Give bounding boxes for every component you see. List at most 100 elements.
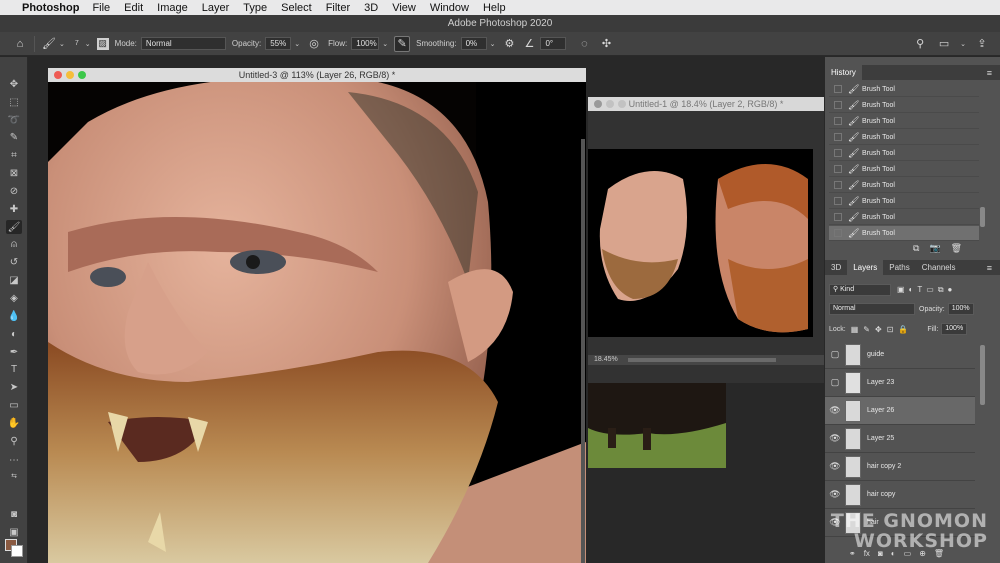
close-icon[interactable]	[594, 100, 602, 108]
blend-mode-select[interactable]: Normal	[829, 303, 915, 315]
layer-filter-select[interactable]: ⚲ Kind	[829, 284, 891, 296]
menu-view[interactable]: View	[392, 2, 416, 14]
history-item[interactable]: 🖌 Brush Tool	[829, 82, 979, 97]
camera-icon[interactable]: 📷	[929, 243, 940, 254]
chevron-down-icon[interactable]: ⌄	[59, 40, 65, 48]
hand-tool-icon[interactable]: ✋	[6, 416, 22, 430]
screen-mode-icon[interactable]: ▣	[6, 525, 22, 539]
menu-filter[interactable]: Filter	[326, 2, 350, 14]
pressure-size-icon[interactable]: ◌	[576, 36, 592, 52]
chevron-down-icon[interactable]: ⌄	[294, 40, 300, 48]
menu-edit[interactable]: Edit	[124, 2, 143, 14]
close-icon[interactable]	[54, 71, 62, 79]
layer-filter-icons[interactable]: ▣◐T▭⧉●	[897, 285, 956, 295]
history-item[interactable]: 🖌 Brush Tool	[829, 194, 979, 209]
tab-3d[interactable]: 3D	[825, 260, 847, 275]
workspace-icon[interactable]: ▭	[936, 36, 952, 52]
lasso-tool-icon[interactable]: ➰	[6, 113, 22, 127]
rectangle-tool-icon[interactable]: ▭	[6, 398, 22, 412]
snapshot-checkbox[interactable]	[834, 197, 842, 205]
brush-size[interactable]: 7	[75, 40, 79, 47]
lock-icons[interactable]: ▦✎✥⊡🔒	[851, 325, 914, 334]
history-item[interactable]: 🖌 Brush Tool	[829, 178, 979, 193]
menu-file[interactable]: File	[92, 2, 110, 14]
background-color-swatch[interactable]	[11, 545, 23, 557]
opacity-field[interactable]: 55%	[265, 37, 292, 50]
dodge-tool-icon[interactable]: ◐	[6, 327, 22, 341]
type-tool-icon[interactable]: T	[6, 362, 22, 376]
fill-field[interactable]: 100%	[941, 323, 968, 335]
home-icon[interactable]: ⌂	[12, 36, 28, 52]
layer-row[interactable]: 👁 hair copy	[825, 481, 975, 509]
snapshot-checkbox[interactable]	[834, 133, 842, 141]
snapshot-checkbox[interactable]	[834, 101, 842, 109]
horizontal-scrollbar[interactable]	[628, 358, 776, 362]
maximize-icon[interactable]	[78, 71, 86, 79]
layer-opacity-field[interactable]: 100%	[947, 303, 974, 315]
eye-icon[interactable]: 👁	[825, 461, 845, 472]
clone-stamp-tool-icon[interactable]: ⍝	[6, 237, 22, 251]
search-icon[interactable]: ⚲	[912, 36, 928, 52]
eyedropper-tool-icon[interactable]: ⊘	[6, 184, 22, 198]
layer-row[interactable]: 👁 Layer 25	[825, 425, 975, 453]
history-item[interactable]: 🖌 Brush Tool	[829, 162, 979, 177]
history-item[interactable]: 🖌 Brush Tool	[829, 98, 979, 113]
menu-window[interactable]: Window	[430, 2, 469, 14]
snapshot-checkbox[interactable]	[834, 213, 842, 221]
symmetry-icon[interactable]: ✣	[598, 36, 614, 52]
move-tool-icon[interactable]: ✥	[6, 77, 22, 91]
angle-field[interactable]: 0°	[540, 37, 567, 50]
history-item[interactable]: 🖌 Brush Tool	[829, 114, 979, 129]
visibility-toggle[interactable]: ▢	[825, 349, 845, 360]
path-selection-tool-icon[interactable]: ➤	[6, 380, 22, 394]
history-item[interactable]: 🖌 Brush Tool	[829, 210, 979, 225]
menu-image[interactable]: Image	[157, 2, 188, 14]
panel-menu-icon[interactable]: ≡	[987, 68, 992, 78]
eye-icon[interactable]: 👁	[825, 433, 845, 444]
minimize-icon[interactable]	[66, 71, 74, 79]
history-item[interactable]: 🖌 Brush Tool	[829, 146, 979, 161]
paint-bucket-tool-icon[interactable]: ◈	[6, 291, 22, 305]
zoom-tool-icon[interactable]: ⚲	[6, 434, 22, 448]
quick-select-tool-icon[interactable]: ✎	[6, 130, 22, 144]
menu-type[interactable]: Type	[243, 2, 267, 14]
snapshot-checkbox[interactable]	[834, 85, 842, 93]
layer-row[interactable]: ▢ guide	[825, 341, 975, 369]
snapshot-checkbox[interactable]	[834, 181, 842, 189]
crop-tool-icon[interactable]: ⌗	[6, 148, 22, 162]
reference-zoom[interactable]: 18.45%	[594, 356, 618, 363]
layer-row[interactable]: 👁 hair copy 2	[825, 453, 975, 481]
visibility-toggle[interactable]: ▢	[825, 377, 845, 388]
panel-menu-icon[interactable]: ≡	[987, 263, 992, 273]
tab-layers[interactable]: Layers	[847, 260, 884, 275]
eraser-tool-icon[interactable]: ◪	[6, 273, 22, 287]
share-icon[interactable]: ⇪	[974, 36, 990, 52]
brush-preset-icon[interactable]: 🖌	[41, 36, 57, 52]
history-item-current[interactable]: 🖌 Brush Tool	[829, 226, 979, 241]
history-brush-tool-icon[interactable]: ↺	[6, 255, 22, 269]
marquee-tool-icon[interactable]: ⬚	[6, 95, 22, 109]
eye-icon[interactable]: 👁	[825, 405, 845, 416]
dwarf-painting-canvas[interactable]	[48, 82, 586, 563]
tab-paths[interactable]: Paths	[883, 260, 915, 275]
flow-field[interactable]: 100%	[351, 37, 380, 50]
menu-help[interactable]: Help	[483, 2, 506, 14]
chevron-down-icon[interactable]: ⌄	[85, 40, 91, 48]
mode-select[interactable]: Normal	[140, 37, 226, 50]
chevron-down-icon[interactable]: ⌄	[490, 40, 496, 48]
document-title-bar[interactable]: Untitled-3 @ 113% (Layer 26, RGB/8) *	[48, 68, 586, 82]
frame-tool-icon[interactable]: ⊠	[6, 166, 22, 180]
tab-history[interactable]: History	[825, 65, 862, 80]
minimize-icon[interactable]	[606, 100, 614, 108]
pen-tool-icon[interactable]: ✒	[6, 345, 22, 359]
tab-channels[interactable]: Channels	[916, 260, 962, 275]
new-document-from-state-icon[interactable]: ⧉	[913, 243, 919, 254]
chevron-down-icon[interactable]: ⌄	[960, 40, 966, 48]
brush-settings-icon[interactable]: ▨	[96, 37, 109, 50]
history-item[interactable]: 🖌 Brush Tool	[829, 130, 979, 145]
airbrush-icon[interactable]: ✎	[394, 35, 411, 52]
menu-3d[interactable]: 3D	[364, 2, 378, 14]
chevron-down-icon[interactable]: ⌄	[382, 40, 388, 48]
maximize-icon[interactable]	[618, 100, 626, 108]
menu-layer[interactable]: Layer	[202, 2, 230, 14]
